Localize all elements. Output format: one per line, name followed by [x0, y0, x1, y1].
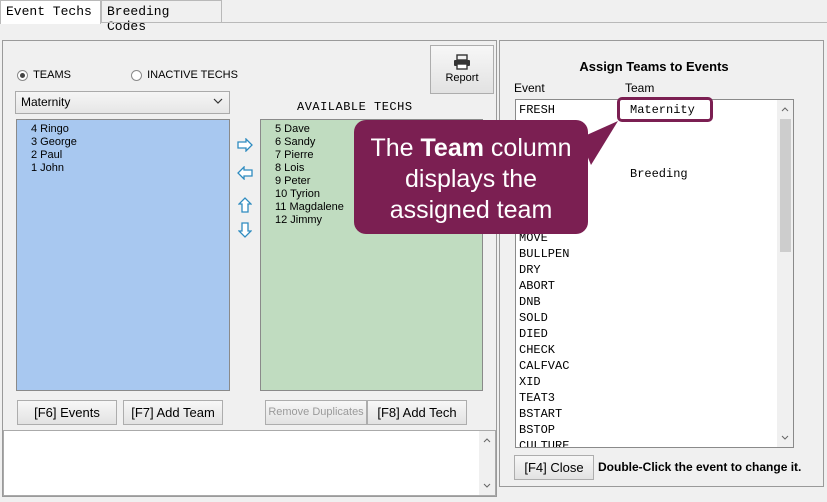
tab-breeding-codes[interactable]: Breeding Codes	[101, 0, 222, 34]
radio-teams-label: TEAMS	[33, 69, 71, 82]
event-cell[interactable]: TEAT3	[519, 391, 555, 405]
list-item[interactable]: 2 Paul	[31, 149, 229, 162]
team-select-value: Maternity	[21, 95, 71, 109]
arrow-down-icon[interactable]	[237, 222, 254, 238]
arrow-up-icon[interactable]	[237, 197, 254, 213]
radio-inactive-label: INACTIVE TECHS	[147, 69, 238, 82]
radio-inactive-techs[interactable]: INACTIVE TECHS	[131, 69, 238, 81]
radio-teams-indicator[interactable]	[17, 69, 28, 81]
event-cell[interactable]: CULTURE	[519, 439, 569, 447]
event-cell[interactable]: FRESH	[519, 103, 555, 117]
callout-line-1: The Team column	[370, 134, 572, 162]
event-cell[interactable]: DIED	[519, 327, 548, 341]
double-click-hint: Double-Click the event to change it.	[598, 460, 802, 474]
event-cell[interactable]: BSTOP	[519, 423, 555, 437]
list-item[interactable]: 1 John	[31, 162, 229, 175]
team-highlight-box	[617, 97, 713, 122]
chevron-down-icon	[213, 94, 223, 111]
printer-icon	[431, 54, 493, 71]
col-event-header: Event	[514, 81, 545, 95]
event-cell[interactable]: BSTART	[519, 407, 562, 421]
col-team-header: Team	[625, 81, 655, 95]
events-button[interactable]: [F6] Events	[17, 400, 117, 425]
tab-divider	[0, 22, 827, 23]
report-label: Report	[445, 72, 479, 84]
close-button[interactable]: [F4] Close	[514, 455, 594, 480]
remove-duplicates-button[interactable]: Remove Duplicates	[265, 400, 367, 425]
notes-textarea[interactable]	[3, 430, 496, 496]
radio-teams[interactable]: TEAMS	[17, 69, 71, 81]
callout-annotation: The Team column displays the assigned te…	[354, 120, 588, 234]
arrow-left-icon[interactable]	[237, 165, 253, 182]
team-members-list[interactable]: 4 Ringo 3 George 2 Paul 1 John	[16, 119, 230, 391]
event-cell[interactable]: BULLPEN	[519, 247, 569, 261]
event-cell[interactable]: CALFVAC	[519, 359, 569, 373]
add-tech-button[interactable]: [F8] Add Tech	[367, 400, 467, 425]
callout-line-3: assigned team	[389, 196, 553, 224]
event-list-scrollbar[interactable]	[777, 100, 793, 447]
event-cell[interactable]: DRY	[519, 263, 541, 277]
team-cell[interactable]: Breeding	[630, 167, 688, 181]
event-cell[interactable]: SOLD	[519, 311, 548, 325]
event-cell[interactable]: CHECK	[519, 343, 555, 357]
event-cell[interactable]: XID	[519, 375, 541, 389]
list-item[interactable]: 3 George	[31, 136, 229, 149]
available-techs-title: AVAILABLE TECHS	[297, 100, 413, 114]
arrow-right-icon[interactable]	[237, 137, 253, 154]
event-cell[interactable]: ABORT	[519, 279, 555, 293]
callout-line-2: displays the	[404, 165, 538, 193]
team-select[interactable]: Maternity	[15, 91, 230, 114]
report-button[interactable]: Report	[430, 45, 494, 94]
tab-event-techs[interactable]: Event Techs	[0, 0, 101, 24]
assign-title: Assign Teams to Events	[579, 59, 729, 74]
add-team-button[interactable]: [F7] Add Team	[123, 400, 223, 425]
radio-inactive-indicator[interactable]	[131, 69, 142, 81]
list-item[interactable]: 4 Ringo	[31, 123, 229, 136]
event-cell[interactable]: DNB	[519, 295, 541, 309]
notes-scrollbar[interactable]	[479, 431, 495, 495]
